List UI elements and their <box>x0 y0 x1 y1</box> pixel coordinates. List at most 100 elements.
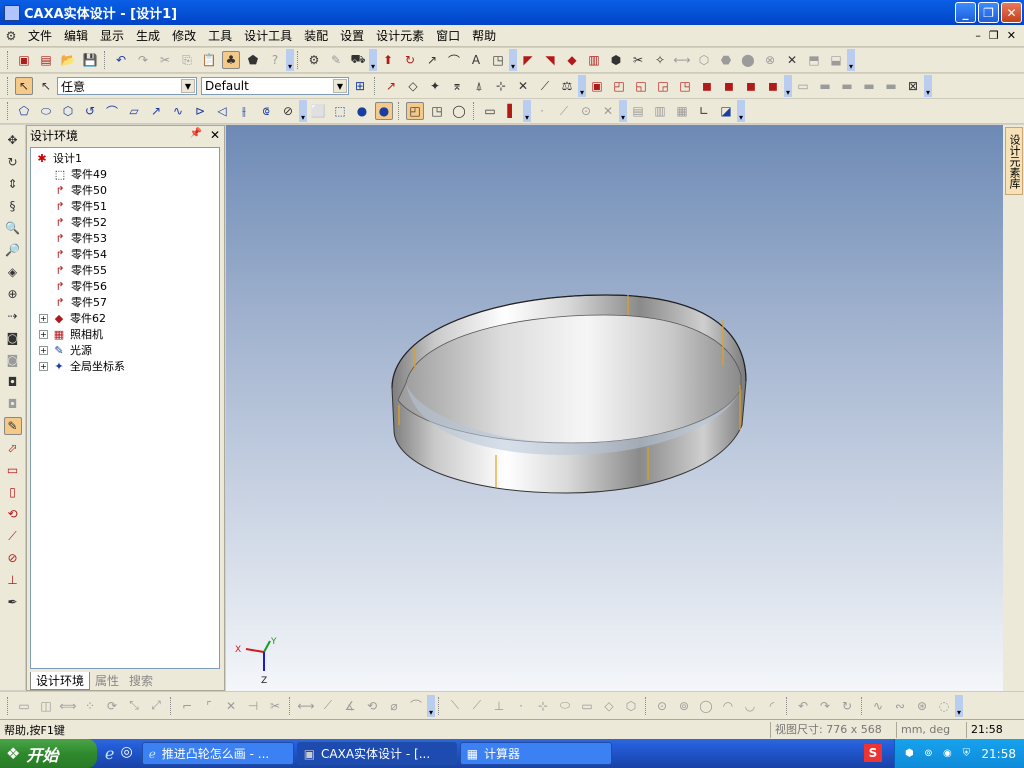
tree-item-part55[interactable]: ↱ 零件55 <box>53 262 107 278</box>
arc-icon[interactable]: ⌒ <box>103 102 121 120</box>
toolbar-overflow-chevron[interactable]: ▾ <box>578 75 586 97</box>
draft-icon[interactable]: ⬢ <box>607 51 625 69</box>
task-calculator[interactable]: ▦ 计算器 <box>459 742 612 765</box>
cone-icon[interactable]: ◲ <box>654 77 672 95</box>
cube-view-icon[interactable]: ◰ <box>406 102 424 120</box>
toolbar-overflow-chevron[interactable]: ▾ <box>286 49 294 71</box>
constraint-tool-icon[interactable]: ⊘ <box>279 102 297 120</box>
tab-design-environment[interactable]: 设计环境 <box>30 672 91 690</box>
subtract-icon[interactable]: ⬤ <box>739 51 757 69</box>
paste-icon[interactable]: 📋 <box>200 51 218 69</box>
expand-icon[interactable]: + <box>39 361 48 371</box>
camera-gray-icon[interactable]: ◙ <box>4 351 22 369</box>
construction-icon[interactable]: ⊹ <box>534 697 552 715</box>
fillet-icon[interactable]: ◤ <box>519 51 537 69</box>
scale-sketch-icon[interactable]: ⤡ <box>125 697 143 715</box>
tray-app2-icon[interactable]: ◉ <box>939 746 955 762</box>
point-draw-icon[interactable]: · <box>512 697 530 715</box>
select-filter-combo[interactable]: 任意 ▼ <box>57 77 197 95</box>
menu-assembly[interactable]: 装配 <box>298 26 334 46</box>
start-button[interactable]: ❖ 开始 <box>0 739 97 768</box>
circle-center-icon[interactable]: ⊙ <box>653 697 671 715</box>
distance-icon[interactable]: ⌆ <box>448 77 466 95</box>
dim-horizontal-icon[interactable]: ⟷ <box>297 697 315 715</box>
mdi-close-button[interactable]: ✕ <box>1007 29 1016 42</box>
cylinder-icon[interactable]: ◱ <box>632 77 650 95</box>
position-icon[interactable]: ◇ <box>404 77 422 95</box>
offset-draw-icon[interactable]: ⊛ <box>913 697 931 715</box>
camera3-icon[interactable]: ◘ <box>4 395 22 413</box>
break-icon[interactable]: ✂ <box>266 697 284 715</box>
bezier-icon[interactable]: ∾ <box>891 697 909 715</box>
design-element-library-tab[interactable]: 设计元素库 <box>1005 127 1023 195</box>
box-icon[interactable]: ◰ <box>610 77 628 95</box>
menu-edit[interactable]: 编辑 <box>58 26 94 46</box>
render-shaded-icon[interactable]: ● <box>375 102 393 120</box>
panel-close-icon[interactable]: ✕ <box>210 128 220 142</box>
menu-view[interactable]: 显示 <box>94 26 130 46</box>
tab-search[interactable]: 搜索 <box>124 672 158 690</box>
rect-draw-icon[interactable]: ▭ <box>578 697 596 715</box>
surface-tool-icon[interactable]: ▭ <box>794 77 812 95</box>
extrude-icon[interactable]: ⬆ <box>379 51 397 69</box>
snap-icon[interactable]: ⊠ <box>904 77 922 95</box>
slot-icon[interactable]: ◼ <box>764 77 782 95</box>
mdi-restore-button[interactable]: ❐ <box>989 29 999 42</box>
hole-icon[interactable]: ◼ <box>742 77 760 95</box>
shield-icon[interactable]: ⛨ <box>958 746 974 762</box>
render-icon[interactable]: ⛟ <box>349 51 367 69</box>
trim-sketch-icon[interactable]: ✕ <box>222 697 240 715</box>
walk-icon[interactable]: § <box>4 197 22 215</box>
line-tool-icon[interactable]: ⟋ <box>4 527 22 545</box>
fuse-icon[interactable]: ⬣ <box>717 51 735 69</box>
bend-icon[interactable]: ⟲ <box>4 505 22 523</box>
rotate-sketch-icon[interactable]: ⟳ <box>103 697 121 715</box>
arc-draw-icon[interactable]: ◠ <box>719 697 737 715</box>
circle-icon[interactable]: ⊘ <box>4 549 22 567</box>
light-icon[interactable]: ✎ <box>327 51 345 69</box>
intersect-icon[interactable]: ⊗ <box>761 51 779 69</box>
style-combo[interactable]: Default ▼ <box>201 77 349 95</box>
network-icon[interactable]: ⬢ <box>901 746 917 762</box>
restore-button[interactable]: ❐ <box>978 2 999 23</box>
chevron-down-icon[interactable]: ▼ <box>181 79 195 93</box>
camera-pos-icon[interactable]: ◈ <box>4 263 22 281</box>
spline-draw-icon[interactable]: ∿ <box>869 697 887 715</box>
diamond-icon[interactable]: ◇ <box>600 697 618 715</box>
hierarchy-icon[interactable]: ⊞ <box>351 77 369 95</box>
rectangle-icon[interactable]: ▭ <box>4 461 22 479</box>
ruler-icon[interactable]: ◫ <box>37 697 55 715</box>
rect-icon[interactable]: ▱ <box>125 102 143 120</box>
block-icon[interactable]: ▣ <box>588 77 606 95</box>
sketch-plane-icon[interactable]: ⬀ <box>4 439 22 457</box>
tree-root[interactable]: ✱ 设计1 <box>35 150 82 166</box>
menu-modify[interactable]: 修改 <box>166 26 202 46</box>
knit-icon[interactable]: ▬ <box>882 77 900 95</box>
measure-icon[interactable]: ⚖ <box>558 77 576 95</box>
trim-icon[interactable]: ▬ <box>838 77 856 95</box>
dim-arc-icon[interactable]: ⌒ <box>407 697 425 715</box>
toolbar-overflow-chevron[interactable]: ▾ <box>619 100 627 122</box>
copy-icon[interactable]: ⎘ <box>178 51 196 69</box>
circle-point-icon[interactable]: ⊙ <box>577 102 595 120</box>
line-draw-icon[interactable]: ⟍ <box>446 697 464 715</box>
save-icon[interactable]: 💾 <box>81 51 99 69</box>
menu-window[interactable]: 窗口 <box>430 26 466 46</box>
toolbar-overflow-chevron[interactable]: ▾ <box>737 100 745 122</box>
expand-icon[interactable]: + <box>39 313 48 323</box>
select-arrow-icon[interactable]: ↖ <box>15 77 33 95</box>
cube-view2-icon[interactable]: ◳ <box>428 102 446 120</box>
dim-radius-icon[interactable]: ⟲ <box>363 697 381 715</box>
expand-icon[interactable]: + <box>39 329 48 339</box>
array-icon[interactable]: ⁘ <box>81 697 99 715</box>
spiral-icon[interactable]: ↺ <box>81 102 99 120</box>
scale-icon[interactable]: ⬡ <box>695 51 713 69</box>
rect2-icon[interactable]: ▯ <box>4 483 22 501</box>
tree-item-part53[interactable]: ↱ 零件53 <box>53 230 107 246</box>
view-iso-icon[interactable]: ⬚ <box>331 102 349 120</box>
repeat-icon[interactable]: ↻ <box>838 697 856 715</box>
toolbar-overflow-chevron[interactable]: ▾ <box>299 100 307 122</box>
look-at-icon[interactable]: ⇢ <box>4 307 22 325</box>
tray-s-icon[interactable]: S <box>864 744 882 762</box>
camera-icon[interactable]: ⚙ <box>305 51 323 69</box>
